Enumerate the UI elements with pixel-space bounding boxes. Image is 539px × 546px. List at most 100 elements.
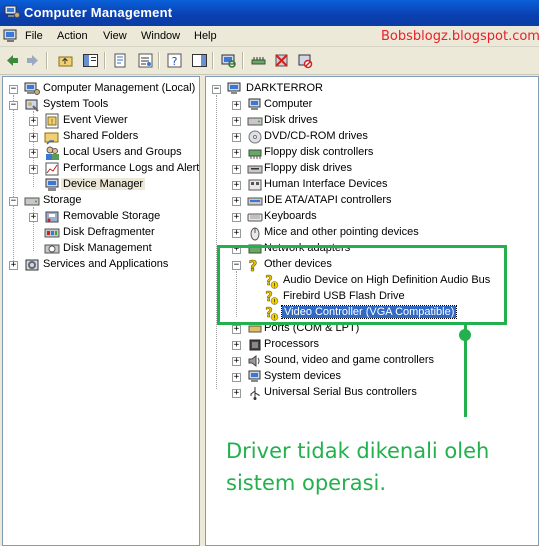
uninstall-device-icon[interactable] (273, 52, 290, 69)
event-viewer-icon: ! (45, 113, 59, 129)
tree-node-computer[interactable]: + Computer (206, 97, 536, 113)
computer-management-icon (24, 82, 40, 95)
tree-node-local-users[interactable]: + Local Users and Groups (3, 145, 199, 161)
menu-action[interactable]: Action (57, 30, 88, 42)
performance-icon (45, 162, 59, 176)
expand-toggle[interactable]: + (232, 197, 241, 206)
device-manager-icon (45, 178, 59, 191)
tree-node-computer-management[interactable]: − Computer Management (Local) (3, 81, 199, 97)
show-hide-action-pane-icon[interactable] (191, 52, 208, 69)
export-list-icon[interactable] (112, 52, 129, 69)
forward-arrow-icon[interactable] (24, 52, 41, 69)
tree-node-disk-management[interactable]: Disk Management (3, 241, 199, 257)
expand-toggle[interactable]: + (9, 261, 18, 270)
tree-label: Processors (264, 338, 320, 350)
shared-folder-icon (44, 132, 59, 145)
tree-node-performance-logs[interactable]: + Performance Logs and Alerts (3, 161, 199, 177)
hid-icon (248, 179, 262, 191)
keyboard-icon (247, 213, 263, 222)
update-driver-icon[interactable] (250, 52, 267, 69)
tree-label: Performance Logs and Alerts (63, 162, 200, 174)
expand-toggle[interactable]: + (232, 149, 241, 158)
expand-toggle[interactable]: + (232, 101, 241, 110)
tree-node-processors[interactable]: + Processors (206, 337, 536, 353)
expand-toggle[interactable]: + (29, 165, 38, 174)
tree-node-system-devices[interactable]: + System devices (206, 369, 536, 385)
expand-toggle[interactable]: + (232, 229, 241, 238)
tree-node-disk-defragmenter[interactable]: Disk Defragmenter (3, 225, 199, 241)
console-tree-pane[interactable]: − Computer Management (Local) − System T… (2, 76, 200, 546)
expand-toggle[interactable]: + (232, 165, 241, 174)
up-folder-icon[interactable] (57, 52, 74, 69)
expand-toggle[interactable]: + (232, 133, 241, 142)
collapse-toggle[interactable]: − (9, 85, 18, 94)
expand-toggle[interactable]: + (29, 213, 38, 222)
tree-node-floppy-controllers[interactable]: + Floppy disk controllers (206, 145, 536, 161)
tree-label: System Tools (43, 98, 109, 110)
computer-management-icon (4, 5, 20, 18)
tree-node-ide-ata[interactable]: + IDE ATA/ATAPI controllers (206, 193, 536, 209)
tree-node-shared-folders[interactable]: + Shared Folders (3, 129, 199, 145)
tree-label: Event Viewer (63, 114, 128, 126)
tree-node-sound-video[interactable]: + Sound, video and game controllers (206, 353, 536, 369)
expand-toggle[interactable]: + (232, 341, 241, 350)
help-icon[interactable]: ? (166, 52, 183, 69)
annotation-pointer-dot (459, 329, 471, 341)
services-icon (25, 259, 39, 271)
expand-toggle[interactable]: + (232, 389, 241, 398)
tree-label: Device Manager (61, 178, 146, 190)
tree-node-storage[interactable]: − Storage (3, 193, 199, 209)
back-arrow-icon[interactable] (4, 52, 21, 69)
menu-file[interactable]: File (25, 30, 43, 42)
disable-device-icon[interactable] (296, 52, 313, 69)
expand-toggle[interactable]: + (232, 373, 241, 382)
collapse-toggle[interactable]: − (9, 197, 18, 206)
svg-text:!: ! (51, 119, 53, 126)
users-icon (46, 146, 59, 160)
show-hide-tree-icon[interactable] (82, 52, 99, 69)
scan-hardware-icon[interactable] (220, 52, 237, 69)
expand-toggle[interactable]: + (29, 149, 38, 158)
collapse-toggle[interactable]: − (9, 101, 18, 110)
tree-node-usb-controllers[interactable]: + Universal Serial Bus controllers (206, 385, 536, 401)
menu-bar: File Action View Window Help Bobsblogz.b… (0, 26, 539, 47)
tree-node-floppy-drives[interactable]: + Floppy disk drives (206, 161, 536, 177)
tree-node-mice[interactable]: + Mice and other pointing devices (206, 225, 536, 241)
expand-toggle[interactable]: + (232, 117, 241, 126)
highlight-box (217, 245, 507, 325)
tree-label: Mice and other pointing devices (264, 226, 419, 238)
expand-toggle[interactable]: + (232, 325, 241, 334)
tree-label: Computer (264, 98, 313, 110)
expand-toggle[interactable]: + (232, 357, 241, 366)
tree-node-event-viewer[interactable]: + ! Event Viewer (3, 113, 199, 129)
tree-node-darkterror[interactable]: − DARKTERROR (206, 81, 536, 97)
menu-help[interactable]: Help (194, 30, 217, 42)
tree-node-dvd-cdrom[interactable]: + DVD/CD-ROM drives (206, 129, 536, 145)
properties-icon[interactable] (137, 52, 154, 69)
expand-toggle[interactable]: + (232, 181, 241, 190)
collapse-toggle[interactable]: − (212, 85, 221, 94)
svg-text:?: ? (172, 55, 178, 68)
floppy-drive-icon (247, 165, 263, 174)
tree-node-keyboards[interactable]: + Keyboards (206, 209, 536, 225)
usb-icon (250, 387, 260, 400)
tree-label: Disk drives (264, 114, 318, 126)
menu-view[interactable]: View (103, 30, 127, 42)
tree-label: System devices (264, 370, 342, 382)
computer-icon (248, 98, 261, 110)
tree-node-device-manager[interactable]: Device Manager (3, 177, 199, 193)
tree-label: Disk Management (63, 242, 152, 254)
menu-window[interactable]: Window (141, 30, 180, 42)
removable-storage-icon (45, 211, 59, 223)
expand-toggle[interactable]: + (29, 133, 38, 142)
tree-node-hid[interactable]: + Human Interface Devices (206, 177, 536, 193)
tree-node-services-applications[interactable]: + Services and Applications (3, 257, 199, 273)
tree-node-disk-drives[interactable]: + Disk drives (206, 113, 536, 129)
tree-label: Human Interface Devices (264, 178, 388, 190)
tree-node-system-tools[interactable]: − System Tools (3, 97, 199, 113)
expand-toggle[interactable]: + (29, 117, 38, 126)
tree-node-removable-storage[interactable]: + Removable Storage (3, 209, 199, 225)
expand-toggle[interactable]: + (232, 213, 241, 222)
system-menu-icon[interactable] (3, 28, 19, 44)
title-bar[interactable]: Computer Management (0, 0, 539, 26)
